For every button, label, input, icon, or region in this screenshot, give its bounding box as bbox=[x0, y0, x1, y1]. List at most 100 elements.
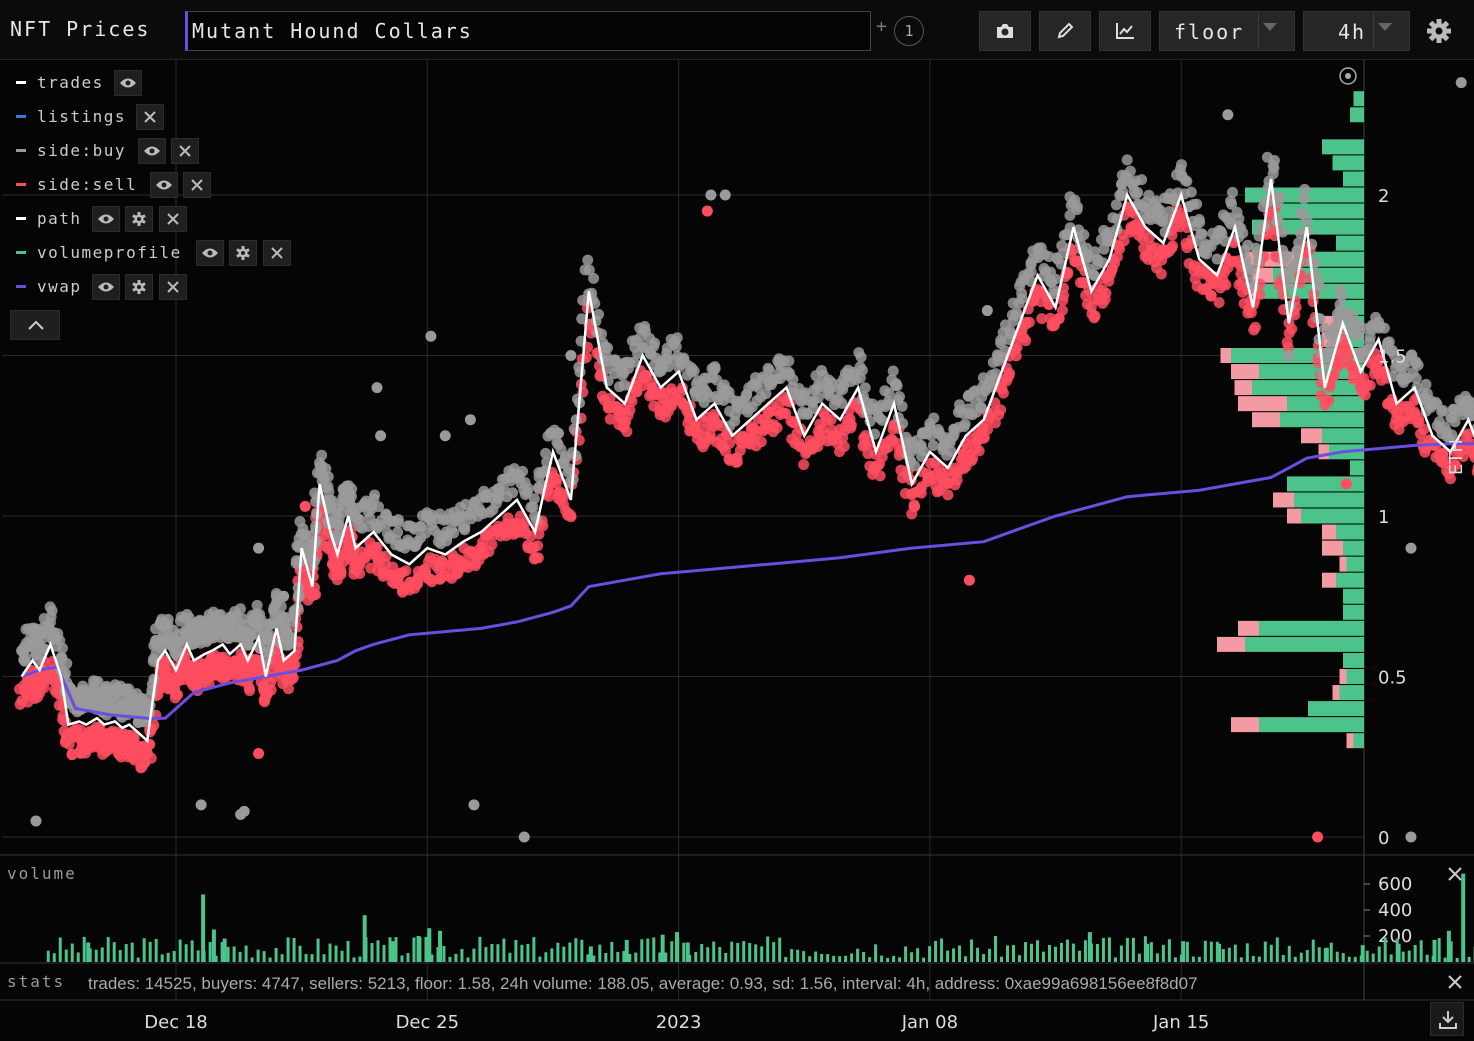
remove-series-button[interactable] bbox=[183, 172, 211, 198]
toggle-visibility-button[interactable] bbox=[196, 240, 224, 266]
buy-trade-point bbox=[719, 189, 731, 201]
volume-bar bbox=[340, 950, 344, 962]
volume-bar bbox=[1000, 956, 1004, 962]
buy-trade-point bbox=[552, 427, 564, 439]
volume-bar bbox=[86, 942, 91, 962]
volume-bar bbox=[556, 942, 560, 962]
collapse-legend-button[interactable] bbox=[10, 310, 60, 340]
buy-trade-point bbox=[322, 471, 334, 483]
volume-bar bbox=[334, 945, 338, 962]
volume-bar bbox=[1311, 939, 1315, 962]
token-count-badge[interactable]: 1 bbox=[894, 16, 924, 46]
remove-series-button[interactable] bbox=[171, 138, 199, 164]
toggle-visibility-button[interactable] bbox=[138, 138, 166, 164]
buy-trade-point bbox=[1246, 264, 1258, 276]
y-axis-label: ETH bbox=[1446, 439, 1467, 475]
volume-bar bbox=[1101, 937, 1105, 962]
profile-sell-bar bbox=[1339, 669, 1347, 684]
sell-trade-point bbox=[1364, 379, 1376, 391]
volume-bar bbox=[244, 945, 248, 962]
sell-trade-point bbox=[310, 589, 322, 601]
buy-trade-point bbox=[1181, 175, 1193, 187]
volume-bar bbox=[262, 951, 266, 962]
collection-search-input[interactable] bbox=[192, 16, 862, 46]
chevron-up-icon bbox=[28, 320, 44, 330]
volume-bar bbox=[292, 937, 296, 962]
series-settings-button[interactable] bbox=[125, 274, 153, 300]
buy-trade-point bbox=[671, 332, 683, 344]
volume-bar bbox=[1239, 957, 1243, 962]
volume-bar bbox=[438, 930, 443, 962]
buy-trade-point bbox=[908, 460, 920, 472]
volume-bar bbox=[802, 951, 806, 962]
collection-search-box[interactable] bbox=[185, 11, 871, 51]
volume-bar bbox=[1023, 942, 1027, 962]
remove-series-button[interactable] bbox=[263, 240, 291, 266]
volume-bar bbox=[994, 936, 998, 962]
buy-trade-point bbox=[1301, 215, 1313, 227]
remove-series-button[interactable] bbox=[159, 274, 187, 300]
series-settings-button[interactable] bbox=[125, 206, 153, 232]
series-settings-button[interactable] bbox=[229, 240, 257, 266]
volume-bar bbox=[106, 937, 110, 962]
volume-bar bbox=[424, 936, 428, 962]
volume-bar bbox=[675, 932, 680, 962]
remove-series-button[interactable] bbox=[136, 104, 164, 130]
screenshot-button[interactable] bbox=[979, 11, 1031, 51]
volume-bar bbox=[328, 943, 332, 962]
toggle-visibility-button[interactable] bbox=[92, 206, 120, 232]
profile-buy-bar bbox=[1259, 717, 1364, 733]
profile-sell-bar bbox=[1220, 348, 1231, 363]
volume-bar bbox=[1281, 954, 1285, 962]
toggle-visibility-button[interactable] bbox=[92, 274, 120, 300]
price-chart[interactable]: 0 0.5 1 1.5 2 ETH Dec 18 Dec 25 2023 Jan 08 Jan 15… bbox=[0, 0, 1474, 1041]
close-volume-panel-button[interactable] bbox=[1448, 866, 1466, 884]
toggle-visibility-button[interactable] bbox=[150, 172, 178, 198]
sell-trade-point bbox=[771, 422, 783, 434]
buy-trade-point bbox=[464, 414, 476, 426]
remove-series-button[interactable] bbox=[159, 206, 187, 232]
volume-bar bbox=[490, 943, 494, 962]
volume-bar bbox=[520, 944, 524, 962]
volume-bar bbox=[730, 941, 734, 962]
profile-sell-bar bbox=[1231, 364, 1259, 380]
draw-button[interactable] bbox=[1039, 11, 1091, 51]
volume-bar bbox=[640, 939, 644, 962]
legend-label: side:buy bbox=[37, 141, 127, 160]
buy-trade-point bbox=[1283, 350, 1295, 361]
volume-bar bbox=[1389, 954, 1393, 962]
buy-trade-point bbox=[1121, 154, 1133, 166]
add-token-button[interactable]: + bbox=[876, 16, 887, 37]
sell-trade-point bbox=[995, 404, 1007, 416]
volume-bar bbox=[1227, 947, 1231, 962]
volume-bar bbox=[1467, 956, 1471, 962]
profile-buy-bar bbox=[1346, 669, 1364, 684]
volume-bar bbox=[1107, 937, 1111, 962]
volume-bar bbox=[238, 951, 242, 962]
settings-button[interactable] bbox=[1422, 14, 1456, 48]
volume-bar bbox=[660, 934, 665, 962]
metric-select[interactable]: floor bbox=[1159, 11, 1295, 51]
download-button[interactable] bbox=[1430, 1002, 1464, 1036]
x-tick-label: Jan 08 bbox=[901, 1012, 958, 1033]
volume-bar bbox=[1263, 941, 1267, 962]
close-stats-panel-button[interactable] bbox=[1448, 974, 1466, 992]
sell-trade-point bbox=[1089, 310, 1101, 322]
close-icon bbox=[167, 213, 179, 225]
chart-type-button[interactable] bbox=[1099, 11, 1151, 51]
sell-trade-point bbox=[1213, 297, 1225, 309]
buy-trade-point bbox=[263, 628, 275, 640]
buy-trade-point bbox=[1191, 198, 1203, 210]
volume-bar bbox=[412, 937, 416, 962]
buy-trade-point bbox=[1405, 831, 1417, 843]
profile-sell-bar bbox=[1238, 396, 1287, 412]
toggle-visibility-button[interactable] bbox=[114, 70, 142, 96]
volume-bar bbox=[136, 957, 140, 962]
volume-bar bbox=[1396, 943, 1401, 962]
interval-select[interactable]: 4h bbox=[1303, 11, 1410, 51]
profile-buy-bar bbox=[1353, 733, 1364, 749]
volume-bar bbox=[358, 956, 362, 962]
gear-icon bbox=[132, 212, 146, 226]
volume-bar bbox=[154, 938, 158, 962]
volume-bar bbox=[502, 938, 506, 962]
